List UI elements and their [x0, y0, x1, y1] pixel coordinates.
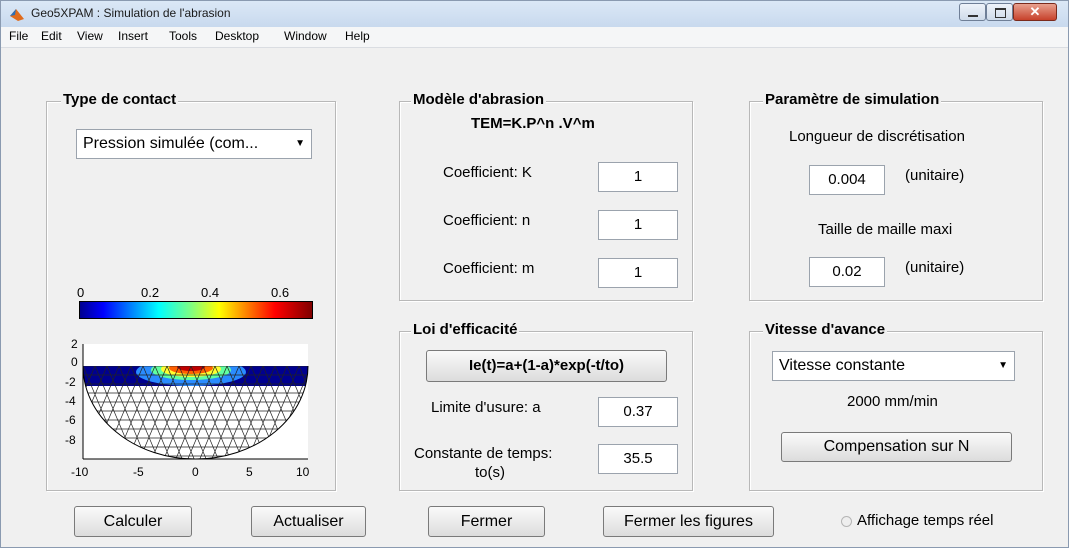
simulation-params-title: Paramètre de simulation [763, 91, 942, 108]
menu-bar: File Edit View Insert Tools Desktop Wind… [1, 27, 1068, 48]
abrasion-model-title: Modèle d'abrasion [411, 91, 547, 108]
pressure-plot: 2 0 -2 -4 -6 -8 -10 -5 0 5 10 [65, 337, 310, 479]
compensation-button[interactable]: Compensation sur N [781, 432, 1012, 462]
minimize-button[interactable] [959, 3, 986, 21]
y-tick: -4 [65, 394, 76, 408]
x-tick: 10 [296, 465, 310, 479]
efficiency-law-title: Loi d'efficacité [411, 321, 520, 338]
colorbar-tick: 0.4 [201, 285, 220, 300]
title-bar: Geo5XPAM : Simulation de l'abrasion ✕ [1, 1, 1068, 28]
y-tick: -6 [65, 413, 76, 427]
contact-type-select[interactable]: Pression simulée (com... ▼ [76, 129, 312, 159]
wear-limit-input[interactable]: 0.37 [598, 397, 678, 427]
x-tick: 0 [192, 465, 199, 479]
coef-m-label: Coefficient: m [443, 260, 535, 277]
contact-type-title: Type de contact [61, 91, 179, 108]
feed-speed-text: 2000 mm/min [847, 393, 938, 410]
chevron-down-icon: ▼ [998, 360, 1008, 371]
close-icon: ✕ [1029, 4, 1041, 19]
mesh-size-label: Taille de maille maxi [818, 221, 953, 238]
fermer-button[interactable]: Fermer [428, 506, 545, 537]
minimize-icon [968, 15, 978, 17]
wear-limit-label: Limite d'usure: a [431, 399, 541, 416]
menu-edit[interactable]: Edit [41, 29, 62, 43]
menu-desktop[interactable]: Desktop [215, 29, 259, 43]
coef-n-input[interactable]: 1 [598, 210, 678, 240]
matlab-icon [10, 9, 24, 21]
colorbar-tick: 0 [77, 285, 85, 300]
feed-speed-value: Vitesse constante [779, 357, 906, 374]
y-tick: -2 [65, 375, 76, 389]
mesh-size-unit: (unitaire) [905, 259, 965, 276]
realtime-radio[interactable] [841, 516, 852, 527]
menu-view[interactable]: View [77, 29, 103, 43]
x-tick: -10 [71, 465, 89, 479]
time-constant-unit: to(s) [475, 464, 505, 481]
close-button[interactable]: ✕ [1013, 3, 1057, 21]
abrasion-formula: TEM=K.P^n .V^m [471, 115, 595, 132]
x-tick: -5 [133, 465, 144, 479]
app-window: Geo5XPAM : Simulation de l'abrasion ✕ Fi… [0, 0, 1069, 548]
x-tick: 5 [246, 465, 253, 479]
y-tick: 2 [71, 337, 78, 351]
contact-type-value: Pression simulée (com... [83, 135, 259, 152]
window-title: Geo5XPAM : Simulation de l'abrasion [31, 6, 231, 20]
maximize-button[interactable] [986, 3, 1013, 21]
realtime-label: Affichage temps réel [857, 512, 994, 529]
fermer-figures-button[interactable]: Fermer les figures [603, 506, 774, 537]
y-tick: -8 [65, 433, 76, 447]
feed-speed-select[interactable]: Vitesse constante ▼ [772, 351, 1015, 381]
mesh-size-input[interactable]: 0.02 [809, 257, 885, 287]
coef-m-input[interactable]: 1 [598, 258, 678, 288]
discretization-label: Longueur de discrétisation [789, 128, 965, 145]
efficiency-formula-button[interactable]: Ie(t)=a+(1-a)*exp(-t/to) [426, 350, 667, 382]
menu-insert[interactable]: Insert [118, 29, 148, 43]
time-constant-label: Constante de temps: [414, 445, 553, 462]
menu-tools[interactable]: Tools [169, 29, 197, 43]
menu-file[interactable]: File [9, 29, 28, 43]
actualiser-button[interactable]: Actualiser [251, 506, 366, 537]
calculer-button[interactable]: Calculer [74, 506, 192, 537]
coef-k-label: Coefficient: K [443, 164, 532, 181]
feed-speed-title: Vitesse d'avance [763, 321, 888, 338]
maximize-icon [995, 8, 1006, 18]
time-constant-input[interactable]: 35.5 [598, 444, 678, 474]
colorbar-tick: 0.6 [271, 285, 290, 300]
menu-help[interactable]: Help [345, 29, 370, 43]
discretization-unit: (unitaire) [905, 167, 965, 184]
colorbar-tick: 0.2 [141, 285, 160, 300]
chevron-down-icon: ▼ [295, 138, 305, 149]
menu-window[interactable]: Window [284, 29, 327, 43]
y-tick: 0 [71, 355, 78, 369]
colorbar [79, 301, 313, 319]
coef-n-label: Coefficient: n [443, 212, 531, 229]
discretization-input[interactable]: 0.004 [809, 165, 885, 195]
coef-k-input[interactable]: 1 [598, 162, 678, 192]
